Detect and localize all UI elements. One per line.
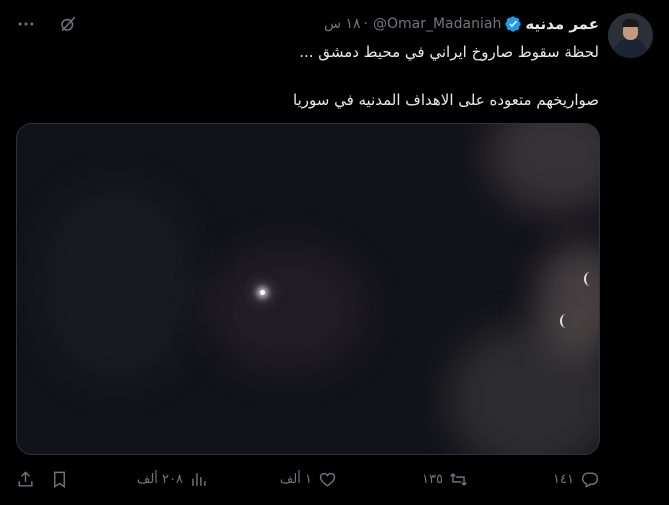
grok-icon[interactable] <box>58 14 78 34</box>
avatar-suit <box>614 39 647 58</box>
missile-light <box>260 290 265 295</box>
bookmark-icon <box>54 471 65 488</box>
share-icon <box>18 470 33 487</box>
video-haze-top-right <box>487 124 599 214</box>
like-button[interactable]: ١ ألف <box>280 470 337 489</box>
reply-icon <box>581 471 599 488</box>
tweet-time[interactable]: ١٨ س <box>324 16 361 32</box>
top-actions <box>16 14 78 34</box>
avatar-hair <box>622 19 639 27</box>
more-icon[interactable] <box>16 14 36 34</box>
views-count: ٢٠٨ ألف <box>136 471 183 487</box>
author-handle[interactable]: @Omar_Madaniah <box>373 16 501 32</box>
separator-dot: · <box>363 16 368 32</box>
views-icon <box>192 472 206 486</box>
video-haze-left <box>37 184 197 384</box>
tweet-header: عمر مدنيه @Omar_Madaniah · ١٨ س <box>324 14 599 34</box>
tweet-text: لحظة سقوط صاروخ ايراني في محيط دمشق ... … <box>39 42 599 110</box>
action-bar: ١٤١ ١٣٥ ١ ألف ٢٠٨ ألف <box>16 467 599 491</box>
video-player[interactable] <box>16 123 600 455</box>
reply-count: ١٤١ <box>553 471 574 487</box>
reply-button[interactable]: ١٤١ <box>553 470 599 489</box>
avatar[interactable] <box>608 13 653 58</box>
light-streak-upper <box>584 272 596 286</box>
retweet-icon <box>450 472 467 486</box>
tweet: عمر مدنيه @Omar_Madaniah · ١٨ س لحظة سقو… <box>0 0 669 505</box>
tweet-text-line-2: صواريخهم متعوده على الاهداف المدنيه في س… <box>293 91 599 109</box>
retweet-count: ١٣٥ <box>422 471 443 487</box>
views-button[interactable]: ٢٠٨ ألف <box>137 470 208 489</box>
verified-badge-icon[interactable] <box>504 15 522 33</box>
video-haze-center <box>207 244 367 374</box>
like-count: ١ ألف <box>279 471 312 487</box>
tweet-text-line-1: لحظة سقوط صاروخ ايراني في محيط دمشق ... <box>299 43 599 61</box>
author-name[interactable]: عمر مدنيه <box>525 15 599 33</box>
light-streak-lower <box>560 314 572 328</box>
bookmark-button[interactable] <box>50 470 69 489</box>
share-button[interactable] <box>16 470 35 489</box>
retweet-button[interactable]: ١٣٥ <box>422 470 468 489</box>
heart-icon <box>319 472 336 487</box>
